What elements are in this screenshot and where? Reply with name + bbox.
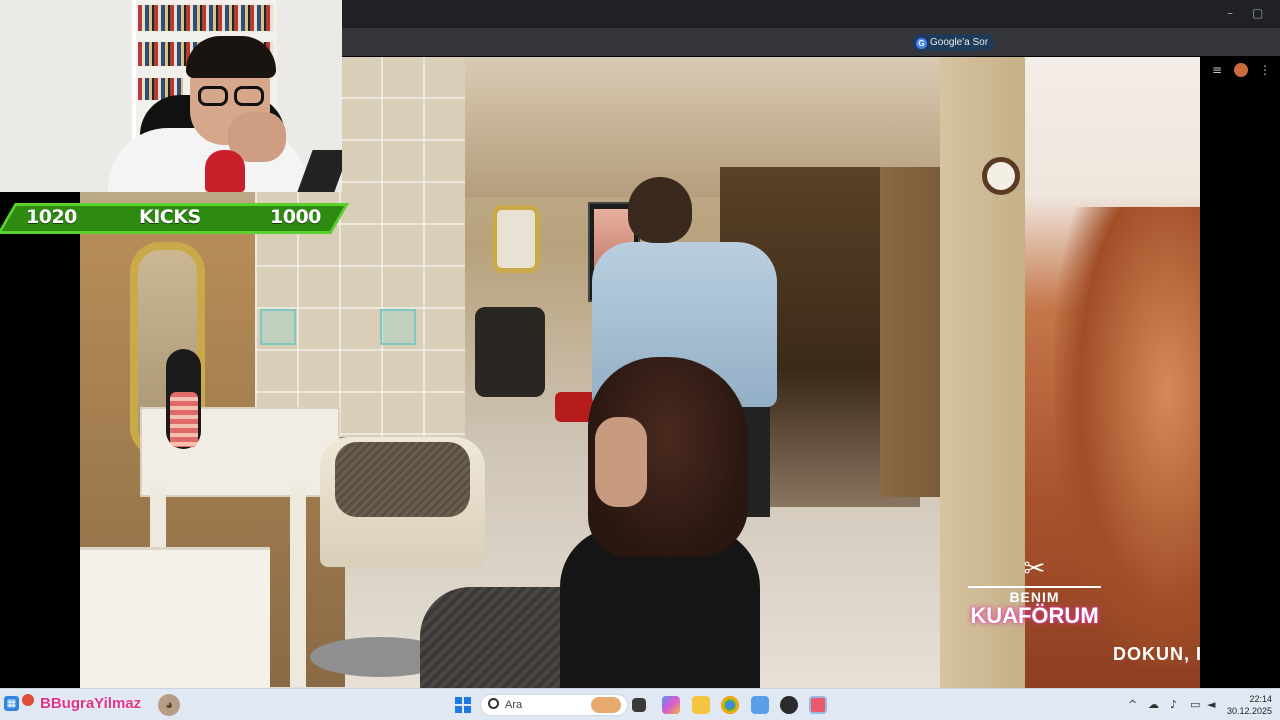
display-icon[interactable]: ▭ xyxy=(1190,698,1200,711)
left-score: 1020 xyxy=(26,206,77,228)
google-lens-icon: G xyxy=(916,38,927,49)
system-clock[interactable]: 22:14 30.12.2025 xyxy=(1222,693,1272,717)
show-logo: ✂ BENIM KUAFÖRUM xyxy=(962,554,1107,628)
reading-list-icon[interactable]: ≡ xyxy=(1210,63,1224,77)
logo-main-text: KUAFÖRUM xyxy=(970,603,1099,628)
mic-arm xyxy=(297,150,342,192)
folder-icon[interactable] xyxy=(692,696,710,714)
screen: – ▢ ⎘ ☆ ◧ 160 ⛉ ◆ ◒ D ⧉ ≡ ⋮ GGoogle'a So… xyxy=(0,0,1280,720)
search-highlight-icon xyxy=(591,697,621,713)
chrome-icon[interactable] xyxy=(721,696,739,714)
wall-mirror xyxy=(492,205,540,273)
clock-time: 22:14 xyxy=(1249,694,1272,704)
search-icon xyxy=(488,698,499,709)
snipping-tool-icon[interactable] xyxy=(751,696,769,714)
front-table xyxy=(80,547,270,688)
cloud-icon[interactable]: ☁ xyxy=(1148,698,1159,711)
ship-wheel-clock xyxy=(982,157,1020,195)
kicks-score-banner: 1020 KICKS 1000 xyxy=(0,203,349,234)
task-view-icon[interactable] xyxy=(632,698,646,712)
banner-title: KICKS xyxy=(139,206,201,228)
ask-google-button[interactable]: G Google'a Sor xyxy=(912,34,995,51)
streamer-name: BBugraYilmaz xyxy=(40,695,142,712)
logo-divider xyxy=(968,586,1101,588)
glass-tile xyxy=(380,309,416,345)
hairdresser-head xyxy=(628,177,692,243)
clock-date: 30.12.2025 xyxy=(1226,706,1272,716)
chevron-up-icon[interactable]: ^ xyxy=(1128,698,1137,711)
vanity-leg xyxy=(290,487,306,687)
logo-top-text: BENIM xyxy=(1009,589,1060,605)
salon-chair-back xyxy=(475,307,545,397)
restore-button[interactable]: ▢ xyxy=(1252,6,1263,20)
menu-kebab-icon[interactable]: ⋮ xyxy=(1258,63,1272,77)
streamer-hair xyxy=(186,36,276,78)
cat-emote-icon: ◕ xyxy=(158,694,180,716)
mic-icon[interactable]: ♪ xyxy=(1170,698,1177,711)
scissors-icon: ✂ xyxy=(1023,554,1046,584)
ask-google-label: Google'a Sor xyxy=(930,37,989,48)
client-face xyxy=(595,417,647,507)
minimize-button[interactable]: – xyxy=(1227,6,1233,20)
recorder-icon[interactable] xyxy=(809,696,827,714)
search-placeholder: Ara xyxy=(505,699,523,711)
notification-avatar-icon[interactable] xyxy=(22,694,34,706)
dryer-cord xyxy=(170,392,198,447)
taskbar-search[interactable]: Ara xyxy=(480,694,628,716)
glasses-icon xyxy=(196,86,266,108)
copilot-icon[interactable] xyxy=(662,696,680,714)
right-score: 1000 xyxy=(270,206,321,228)
start-button[interactable] xyxy=(455,697,471,713)
glass-tile xyxy=(260,309,296,345)
windows-taskbar: ▦ BBugraYilmaz ◕ Ara ^ ☁ ♪ ▭ ◄ 22:14 30.… xyxy=(0,688,1280,720)
widgets-icon[interactable]: ▦ xyxy=(4,696,19,711)
volume-icon[interactable]: ◄ xyxy=(1207,698,1215,711)
obs-icon[interactable] xyxy=(780,696,798,714)
books xyxy=(138,5,273,31)
streamer-webcam xyxy=(0,0,342,192)
profile-avatar[interactable] xyxy=(1234,63,1248,77)
poster-slogan: DOKUN, I xyxy=(1113,644,1200,664)
microphone xyxy=(205,150,245,192)
salon-chair-seat xyxy=(335,442,470,517)
